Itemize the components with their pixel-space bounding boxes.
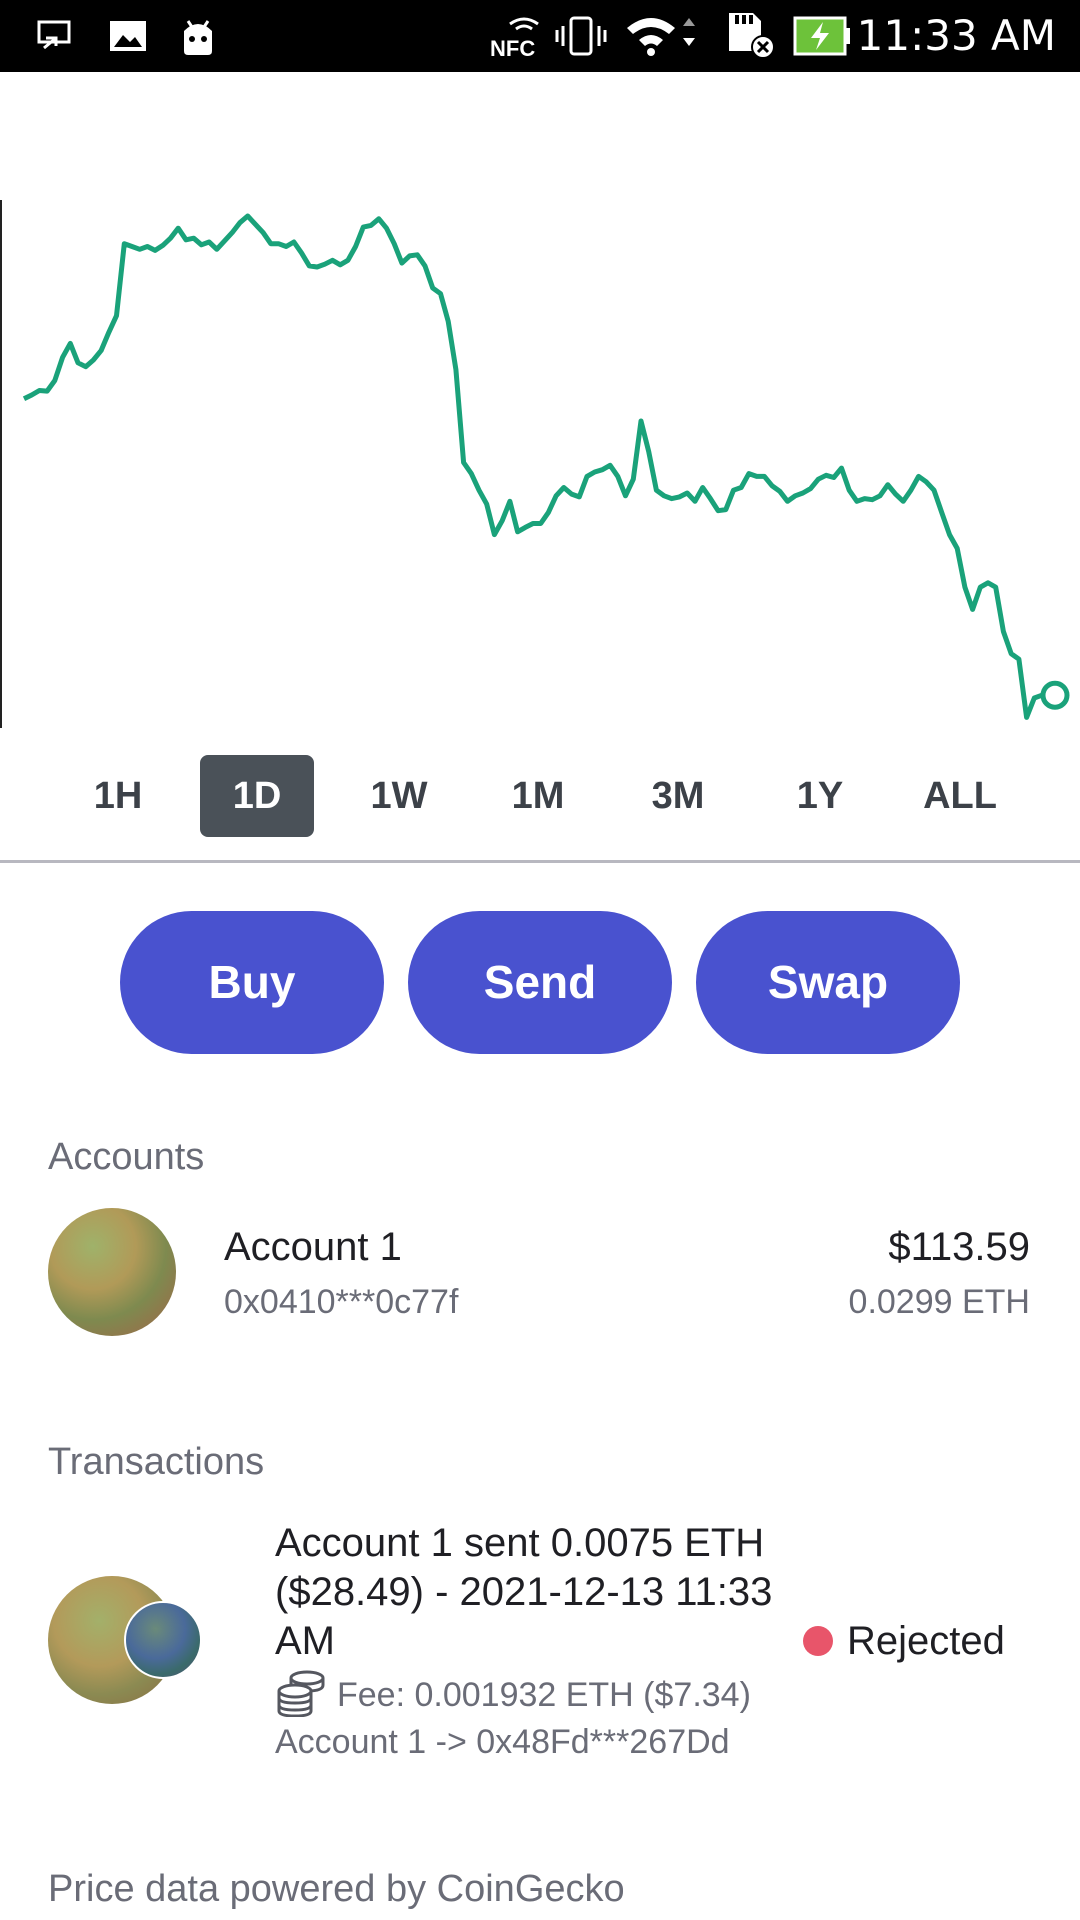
status-bar: NFC 11:33 AM xyxy=(0,0,1080,72)
asset-avatar xyxy=(124,1601,202,1679)
account-balance-usd: $113.59 xyxy=(888,1225,1030,1269)
screen-cast-icon xyxy=(34,14,78,58)
transaction-description: Account 1 sent 0.0075 ETH ($28.49) - 202… xyxy=(275,1521,773,1663)
transaction-fee: Fee: 0.001932 ETH ($7.34) xyxy=(337,1675,751,1714)
price-line xyxy=(22,213,1043,720)
accounts-title: Accounts xyxy=(48,1136,205,1178)
image-icon xyxy=(106,14,150,58)
wifi-icon xyxy=(623,14,703,58)
swap-button[interactable]: Swap xyxy=(696,911,960,1054)
period-3m[interactable]: 3M xyxy=(621,755,735,837)
period-all[interactable]: ALL xyxy=(903,755,1017,837)
price-cursor-marker[interactable] xyxy=(1040,680,1070,710)
price-chart-svg xyxy=(0,200,1070,728)
battery-charging-icon xyxy=(793,14,851,58)
transactions-title: Transactions xyxy=(48,1441,265,1483)
transaction-fee-row: Fee: 0.001932 ETH ($7.34) xyxy=(275,1670,751,1720)
status-label: Rejected xyxy=(847,1618,1005,1663)
buy-button[interactable]: Buy xyxy=(120,911,384,1054)
divider xyxy=(0,860,1080,863)
period-1w[interactable]: 1W xyxy=(342,755,456,837)
account-address: 0x0410***0c77f xyxy=(224,1283,459,1321)
price-chart[interactable] xyxy=(0,72,1080,740)
coingecko-attribution[interactable]: Price data powered by CoinGecko xyxy=(48,1868,625,1911)
clock: 11:33 AM xyxy=(856,11,1056,60)
coins-icon xyxy=(275,1669,327,1722)
account-avatar xyxy=(48,1208,176,1336)
transaction-status: Rejected xyxy=(803,1616,1005,1666)
vibrate-icon xyxy=(555,14,607,58)
account-name: Account 1 xyxy=(224,1225,402,1269)
period-1y[interactable]: 1Y xyxy=(763,755,877,837)
period-1d[interactable]: 1D xyxy=(200,755,314,837)
transaction-route: Account 1 -> 0x48Fd***267Dd xyxy=(275,1723,730,1761)
status-dot xyxy=(803,1626,833,1656)
period-1m[interactable]: 1M xyxy=(481,755,595,837)
send-button[interactable]: Send xyxy=(408,911,672,1054)
nfc-icon: NFC xyxy=(488,14,548,58)
nfc-label: NFC xyxy=(490,36,535,58)
period-selector: 1H 1D 1W 1M 3M 1Y ALL xyxy=(0,755,1080,837)
account-balance-eth: 0.0299 ETH xyxy=(848,1283,1030,1321)
period-1h[interactable]: 1H xyxy=(61,755,175,837)
sd-card-icon xyxy=(723,13,779,59)
android-icon xyxy=(176,14,220,58)
